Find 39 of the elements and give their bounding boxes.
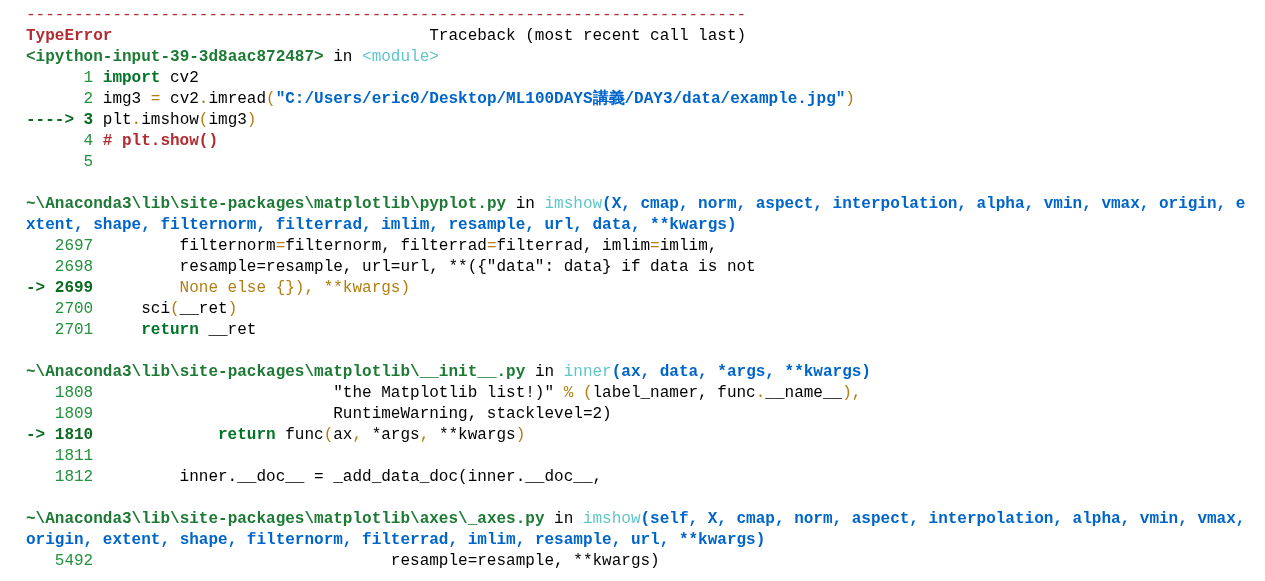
exception-name: TypeError	[26, 26, 113, 47]
frame-location: <ipython-input-39-3d8aac872487> in <module>	[26, 47, 439, 68]
line-number: 1809	[53, 404, 94, 425]
code-line: resample=resample, url=url, **({"data": data} if data is not	[178, 257, 756, 278]
frame-location: xtent, shape, filternorm, filterrad, imlim, resample, url, data, **kwargs)	[26, 215, 737, 236]
frame-location: ~\Anaconda3\lib\site-packages\matplotlib\__init__.py in inner(ax, data, *args, **kwargs)	[26, 362, 871, 383]
line-number: 5	[82, 152, 94, 173]
code-line: resample=resample, **kwargs)	[389, 551, 660, 572]
line-number: -> 2699	[26, 278, 94, 299]
line-number: -> 1810	[26, 425, 94, 446]
code-line: img3 = cv2.imread("C:/Users/eric0/Desktop/ML100DAYS講義/DAY3/data/example.jpg")	[102, 89, 855, 110]
line-number: 2	[82, 89, 94, 110]
line-number: 2698	[53, 257, 94, 278]
line-number: 2697	[53, 236, 94, 257]
code-line: inner.__doc__ = _add_data_doc(inner.__doc__,	[178, 467, 603, 488]
line-number: ----> 3	[26, 110, 94, 131]
code-line: # plt.show()	[102, 131, 218, 152]
line-number: 1	[82, 68, 94, 89]
line-number: 4	[82, 131, 94, 152]
code-line: "the Matplotlib list!)" % (label_namer, func.__name__),	[332, 383, 862, 404]
code-line: filternorm=filternorm, filterrad=filterrad, imlim=imlim,	[178, 236, 718, 257]
line-number: 1812	[53, 467, 94, 488]
line-number: 5492	[53, 551, 94, 572]
frame-location: origin, extent, shape, filternorm, filterrad, imlim, resample, url, **kwargs)	[26, 530, 766, 551]
code-line: return __ret	[140, 320, 257, 341]
traceback-title: Traceback (most recent call last)	[429, 26, 747, 47]
frame-location: ~\Anaconda3\lib\site-packages\matplotlib\pyplot.py in imshow(X, cmap, norm, aspect, interpolation, alpha, vmin, vmax, origin, e	[26, 194, 1246, 215]
frame-location: ~\Anaconda3\lib\site-packages\matplotlib\axes\_axes.py in imshow(self, X, cmap, norm, aspect, interpolation, alpha, vmin, vmax,	[26, 509, 1246, 530]
code-line: import cv2	[102, 68, 199, 89]
code-line: RuntimeWarning, stacklevel=2)	[332, 404, 612, 425]
line-number: 1808	[53, 383, 94, 404]
line-number: 1811	[53, 446, 94, 467]
code-line: return func(ax, *args, **kwargs)	[217, 425, 526, 446]
code-line: sci(__ret)	[140, 299, 238, 320]
code-line: plt.imshow(img3)	[102, 110, 257, 131]
line-number: 2701	[53, 320, 94, 341]
line-number: 2700	[53, 299, 94, 320]
code-line: None else {}), **kwargs)	[178, 278, 411, 299]
separator-line: ---------------------------------------------------------------------------	[26, 5, 747, 26]
